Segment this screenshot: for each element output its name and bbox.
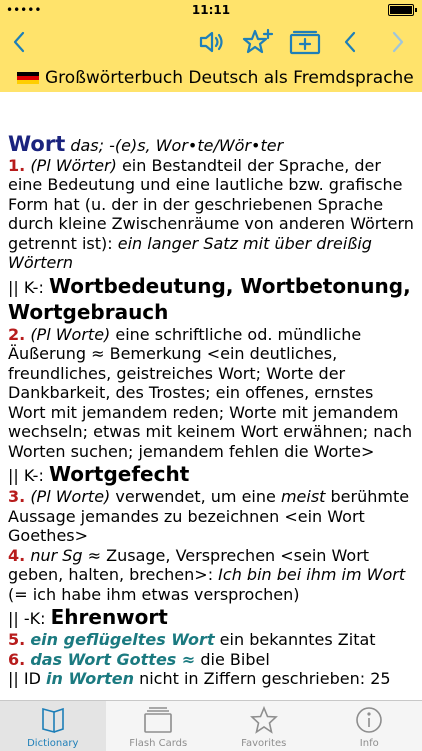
compound-prefix: || -K: — [8, 609, 51, 628]
info-icon — [355, 706, 383, 734]
dictionary-title-bar: Großwörterbuch Deutsch als Fremdsprache — [0, 64, 422, 92]
previous-entry-button[interactable] — [336, 20, 364, 64]
german-flag-icon — [17, 72, 39, 85]
compound-separator: , — [226, 274, 241, 298]
sense-definition: nicht in Ziffern geschrieben: 25 — [134, 669, 391, 688]
battery-icon — [388, 4, 414, 16]
pronunciation-button[interactable] — [196, 20, 228, 64]
next-entry-button[interactable] — [384, 20, 412, 64]
entry-header: Wort das; -(e)s, Wor•te/Wör•ter — [8, 135, 414, 156]
status-bar: ••••• 11:11 — [0, 0, 422, 20]
compound-link[interactable]: Ehrenwort — [51, 605, 168, 629]
sense-number: 2. — [8, 325, 25, 344]
tab-label: Flash Cards — [106, 738, 212, 749]
sense-1: 1. (Pl Wörter) ein Bestandteil der Sprac… — [8, 156, 414, 273]
compound-link[interactable]: Wortgebrauch — [8, 300, 168, 324]
chevron-left-icon — [11, 30, 27, 54]
status-time: 11:11 — [0, 3, 422, 17]
sense-number: 5. — [8, 630, 25, 649]
compounds-2: || K-: Wortgefecht — [8, 461, 414, 487]
tab-label: Info — [317, 738, 422, 749]
sense-5: 5. ein geflügeltes Wort ein bekanntes Zi… — [8, 630, 414, 650]
grammar-info: das; -(e)s, Wor•te/Wör•ter — [70, 136, 283, 155]
star-icon — [250, 706, 278, 734]
sense-definition: ein bekanntes Zitat — [215, 630, 376, 649]
back-button[interactable] — [4, 20, 34, 64]
compounds-3: || -K: Ehrenwort — [8, 604, 414, 630]
tab-bar: Dictionary Flash Cards Favorites Info — [0, 700, 422, 751]
compound-link[interactable]: Wortbedeutung — [49, 274, 226, 298]
chevron-left-icon — [342, 30, 358, 54]
sense-qualifier: meist — [281, 487, 325, 506]
entry-content: Wort das; -(e)s, Wor•te/Wör•ter 1. (Pl W… — [8, 135, 414, 689]
sense-2: 2. (Pl Worte) eine schriftliche od. münd… — [8, 325, 414, 462]
idiom: in Worten — [46, 669, 134, 688]
sense-3: 3. (Pl Worte) verwendet, um eine meist b… — [8, 487, 414, 546]
sense-number: 1. — [8, 156, 25, 175]
sense-grammar: nur Sg — [30, 546, 82, 565]
card-plus-icon — [289, 29, 321, 55]
sense-number: 3. — [8, 487, 25, 506]
tab-favorites[interactable]: Favorites — [211, 701, 317, 751]
idiom: das Wort Gottes ≈ — [30, 650, 195, 669]
sense-4: 4. nur Sg ≈ Zusage, Versprechen <sein Wo… — [8, 546, 414, 605]
sense-definition: die Bibel — [195, 650, 269, 669]
star-plus-icon — [242, 28, 274, 56]
compound-link[interactable]: Wortgefecht — [49, 462, 189, 486]
idiom-prefix: || ID — [8, 669, 46, 688]
compound-prefix: || K-: — [8, 466, 49, 485]
tab-label: Dictionary — [0, 738, 106, 749]
sense-grammar: (Pl Worte) — [30, 487, 110, 506]
headword: Wort — [8, 132, 65, 156]
sense-definition: eine schriftliche od. mündliche Äußerung… — [8, 325, 412, 461]
sense-number: 4. — [8, 546, 25, 565]
sense-6: 6. das Wort Gottes ≈ die Bibel — [8, 650, 414, 670]
idiom: ein geflügeltes Wort — [30, 630, 214, 649]
compound-separator: , — [403, 274, 411, 298]
compounds-1: || K-: Wortbedeutung, Wortbetonung, Wort… — [8, 273, 414, 325]
speaker-icon — [198, 29, 226, 55]
sense-note: (= ich habe ihm etwas versprochen) — [8, 585, 299, 604]
book-icon — [40, 706, 66, 734]
chevron-right-icon — [390, 30, 406, 54]
sense-definition: verwendet, um eine — [110, 487, 281, 506]
sense-grammar: (Pl Wörter) — [30, 156, 117, 175]
compound-link[interactable]: Wortbetonung — [240, 274, 403, 298]
navigation-bar — [0, 20, 422, 64]
tab-label: Favorites — [211, 738, 317, 749]
tab-info[interactable]: Info — [317, 701, 422, 751]
add-flashcard-button[interactable] — [287, 20, 323, 64]
add-favorite-button[interactable] — [240, 20, 276, 64]
sense-number: 6. — [8, 650, 25, 669]
sense-grammar: (Pl Worte) — [30, 325, 110, 344]
tab-flash-cards[interactable]: Flash Cards — [106, 701, 212, 751]
sense-example: Ich bin bei ihm im Wort — [218, 565, 405, 584]
idiom-line: || ID in Worten nicht in Ziffern geschri… — [8, 669, 414, 689]
dictionary-title: Großwörterbuch Deutsch als Fremdsprache — [45, 68, 414, 88]
compound-prefix: || K-: — [8, 278, 49, 297]
cards-icon — [143, 706, 173, 734]
tab-dictionary[interactable]: Dictionary — [0, 701, 106, 751]
